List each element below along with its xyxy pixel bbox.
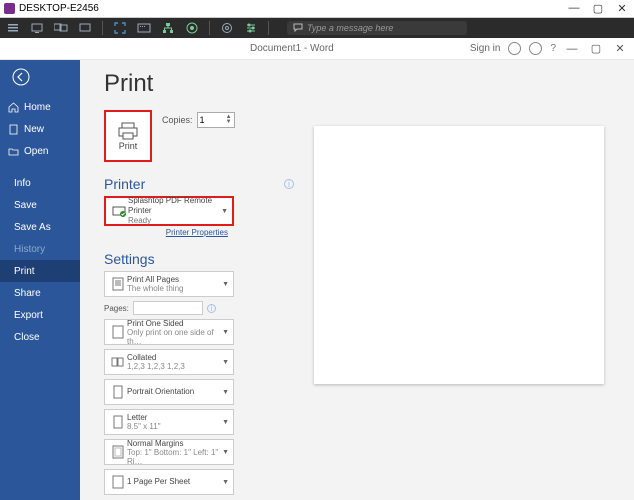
chevron-down-icon: ▼ — [222, 359, 229, 366]
chevron-down-icon: ▼ — [222, 479, 229, 486]
splashtop-logo-icon — [4, 3, 15, 14]
sidebar-label-home: Home — [24, 102, 51, 113]
settings-header: Settings — [104, 251, 155, 267]
setting-orientation[interactable]: Portrait Orientation ▼ — [104, 379, 234, 405]
setting-margins[interactable]: Normal MarginsTop: 1" Bottom: 1" Left: 1… — [104, 439, 234, 465]
printer-info-icon[interactable]: i — [284, 179, 294, 189]
home-icon — [8, 102, 19, 113]
sidebar-item-new[interactable]: New — [0, 118, 80, 140]
sidebar-item-save[interactable]: Save — [0, 194, 80, 216]
copies-input[interactable]: 1 ▲▼ — [197, 112, 235, 128]
rc-chat-input[interactable]: Type a message here — [287, 21, 467, 35]
chevron-down-icon: ▼ — [222, 419, 229, 426]
copies-value: 1 — [200, 115, 205, 125]
setting-print-pages[interactable]: Print All PagesThe whole thing ▼ — [104, 271, 234, 297]
sidebar-item-export[interactable]: Export — [0, 304, 80, 326]
copies-spinner[interactable]: ▲▼ — [226, 115, 232, 125]
printer-device-icon — [110, 204, 128, 218]
feedback-frown-icon[interactable] — [529, 42, 542, 55]
new-doc-icon — [8, 124, 19, 135]
rc-network-icon[interactable] — [161, 21, 175, 35]
print-preview — [300, 60, 634, 500]
printer-select[interactable]: Splashtop PDF Remote Printer Ready ▼ — [104, 196, 234, 226]
rc-keyboard-icon[interactable] — [137, 21, 151, 35]
sidebar-item-close[interactable]: Close — [0, 326, 80, 348]
printer-icon — [117, 121, 139, 141]
word-minimize-button[interactable]: — — [564, 43, 580, 55]
os-minimize-button[interactable]: — — [566, 2, 582, 15]
setting-sided[interactable]: Print One SidedOnly print on one side of… — [104, 319, 234, 345]
page-title: Print — [104, 70, 300, 98]
chevron-down-icon: ▼ — [222, 389, 229, 396]
one-sided-icon — [109, 325, 127, 339]
margins-icon — [109, 445, 127, 459]
sidebar-item-history: History — [0, 238, 80, 260]
printer-header: Printer — [104, 176, 145, 192]
sidebar-label-open: Open — [24, 146, 48, 157]
os-maximize-button[interactable]: ▢ — [590, 2, 606, 15]
printer-status: Ready — [128, 216, 221, 226]
rc-fullscreen-icon[interactable] — [113, 21, 127, 35]
rc-settings-icon[interactable] — [244, 21, 258, 35]
chevron-down-icon: ▼ — [222, 449, 229, 456]
chevron-down-icon: ▼ — [222, 281, 229, 288]
sidebar-item-share[interactable]: Share — [0, 282, 80, 304]
setting-collated[interactable]: Collated1,2,3 1,2,3 1,2,3 ▼ — [104, 349, 234, 375]
print-button[interactable]: Print — [104, 110, 152, 162]
page-per-sheet-icon — [109, 475, 127, 489]
word-titlebar: Document1 - Word Sign in ? — ▢ ✕ — [0, 38, 634, 60]
rc-gear-icon[interactable] — [220, 21, 234, 35]
help-button[interactable]: ? — [550, 43, 556, 54]
rc-display-icon[interactable] — [78, 21, 92, 35]
os-title: DESKTOP-E2456 — [19, 3, 99, 14]
os-titlebar: DESKTOP-E2456 — ▢ ✕ — [0, 0, 634, 18]
setting-paper[interactable]: Letter8.5" x 11" ▼ — [104, 409, 234, 435]
portrait-icon — [109, 385, 127, 399]
print-button-label: Print — [119, 141, 138, 151]
copies-label: Copies: — [162, 115, 193, 125]
pages-input[interactable] — [133, 301, 203, 315]
signin-link[interactable]: Sign in — [470, 43, 501, 54]
remote-toolbar: Type a message here — [0, 18, 634, 38]
setting-pages-per-sheet[interactable]: 1 Page Per Sheet ▼ — [104, 469, 234, 495]
word-close-button[interactable]: ✕ — [612, 42, 628, 55]
sidebar-item-home[interactable]: Home — [0, 96, 80, 118]
folder-open-icon — [8, 146, 19, 157]
word-maximize-button[interactable]: ▢ — [588, 42, 604, 55]
printer-properties-link[interactable]: Printer Properties — [104, 228, 234, 237]
sidebar-item-open[interactable]: Open — [0, 140, 80, 162]
sidebar-label-new: New — [24, 124, 44, 135]
backstage-sidebar: Home New Open Info Save Save As History … — [0, 60, 80, 500]
pages-info-icon[interactable]: i — [207, 304, 216, 313]
os-close-button[interactable]: ✕ — [614, 2, 630, 15]
sidebar-item-print[interactable]: Print — [0, 260, 80, 282]
sidebar-item-info[interactable]: Info — [0, 172, 80, 194]
rc-chat-placeholder: Type a message here — [307, 23, 393, 33]
chevron-down-icon: ▼ — [221, 208, 228, 215]
pages-label: Pages: — [104, 304, 129, 313]
chat-bubble-icon — [293, 23, 303, 33]
back-button[interactable] — [0, 60, 80, 94]
printer-name: Splashtop PDF Remote Printer — [128, 196, 221, 216]
paper-icon — [109, 415, 127, 429]
rc-monitor-icon[interactable] — [30, 21, 44, 35]
pages-icon — [109, 277, 127, 291]
rc-record-icon[interactable] — [185, 21, 199, 35]
rc-menu-icon[interactable] — [6, 21, 20, 35]
collated-icon — [109, 356, 127, 368]
chevron-down-icon: ▼ — [222, 329, 229, 336]
feedback-smile-icon[interactable] — [508, 42, 521, 55]
rc-dual-monitor-icon[interactable] — [54, 21, 68, 35]
document-title: Document1 - Word — [250, 43, 334, 54]
sidebar-item-saveas[interactable]: Save As — [0, 216, 80, 238]
preview-page — [314, 126, 604, 384]
